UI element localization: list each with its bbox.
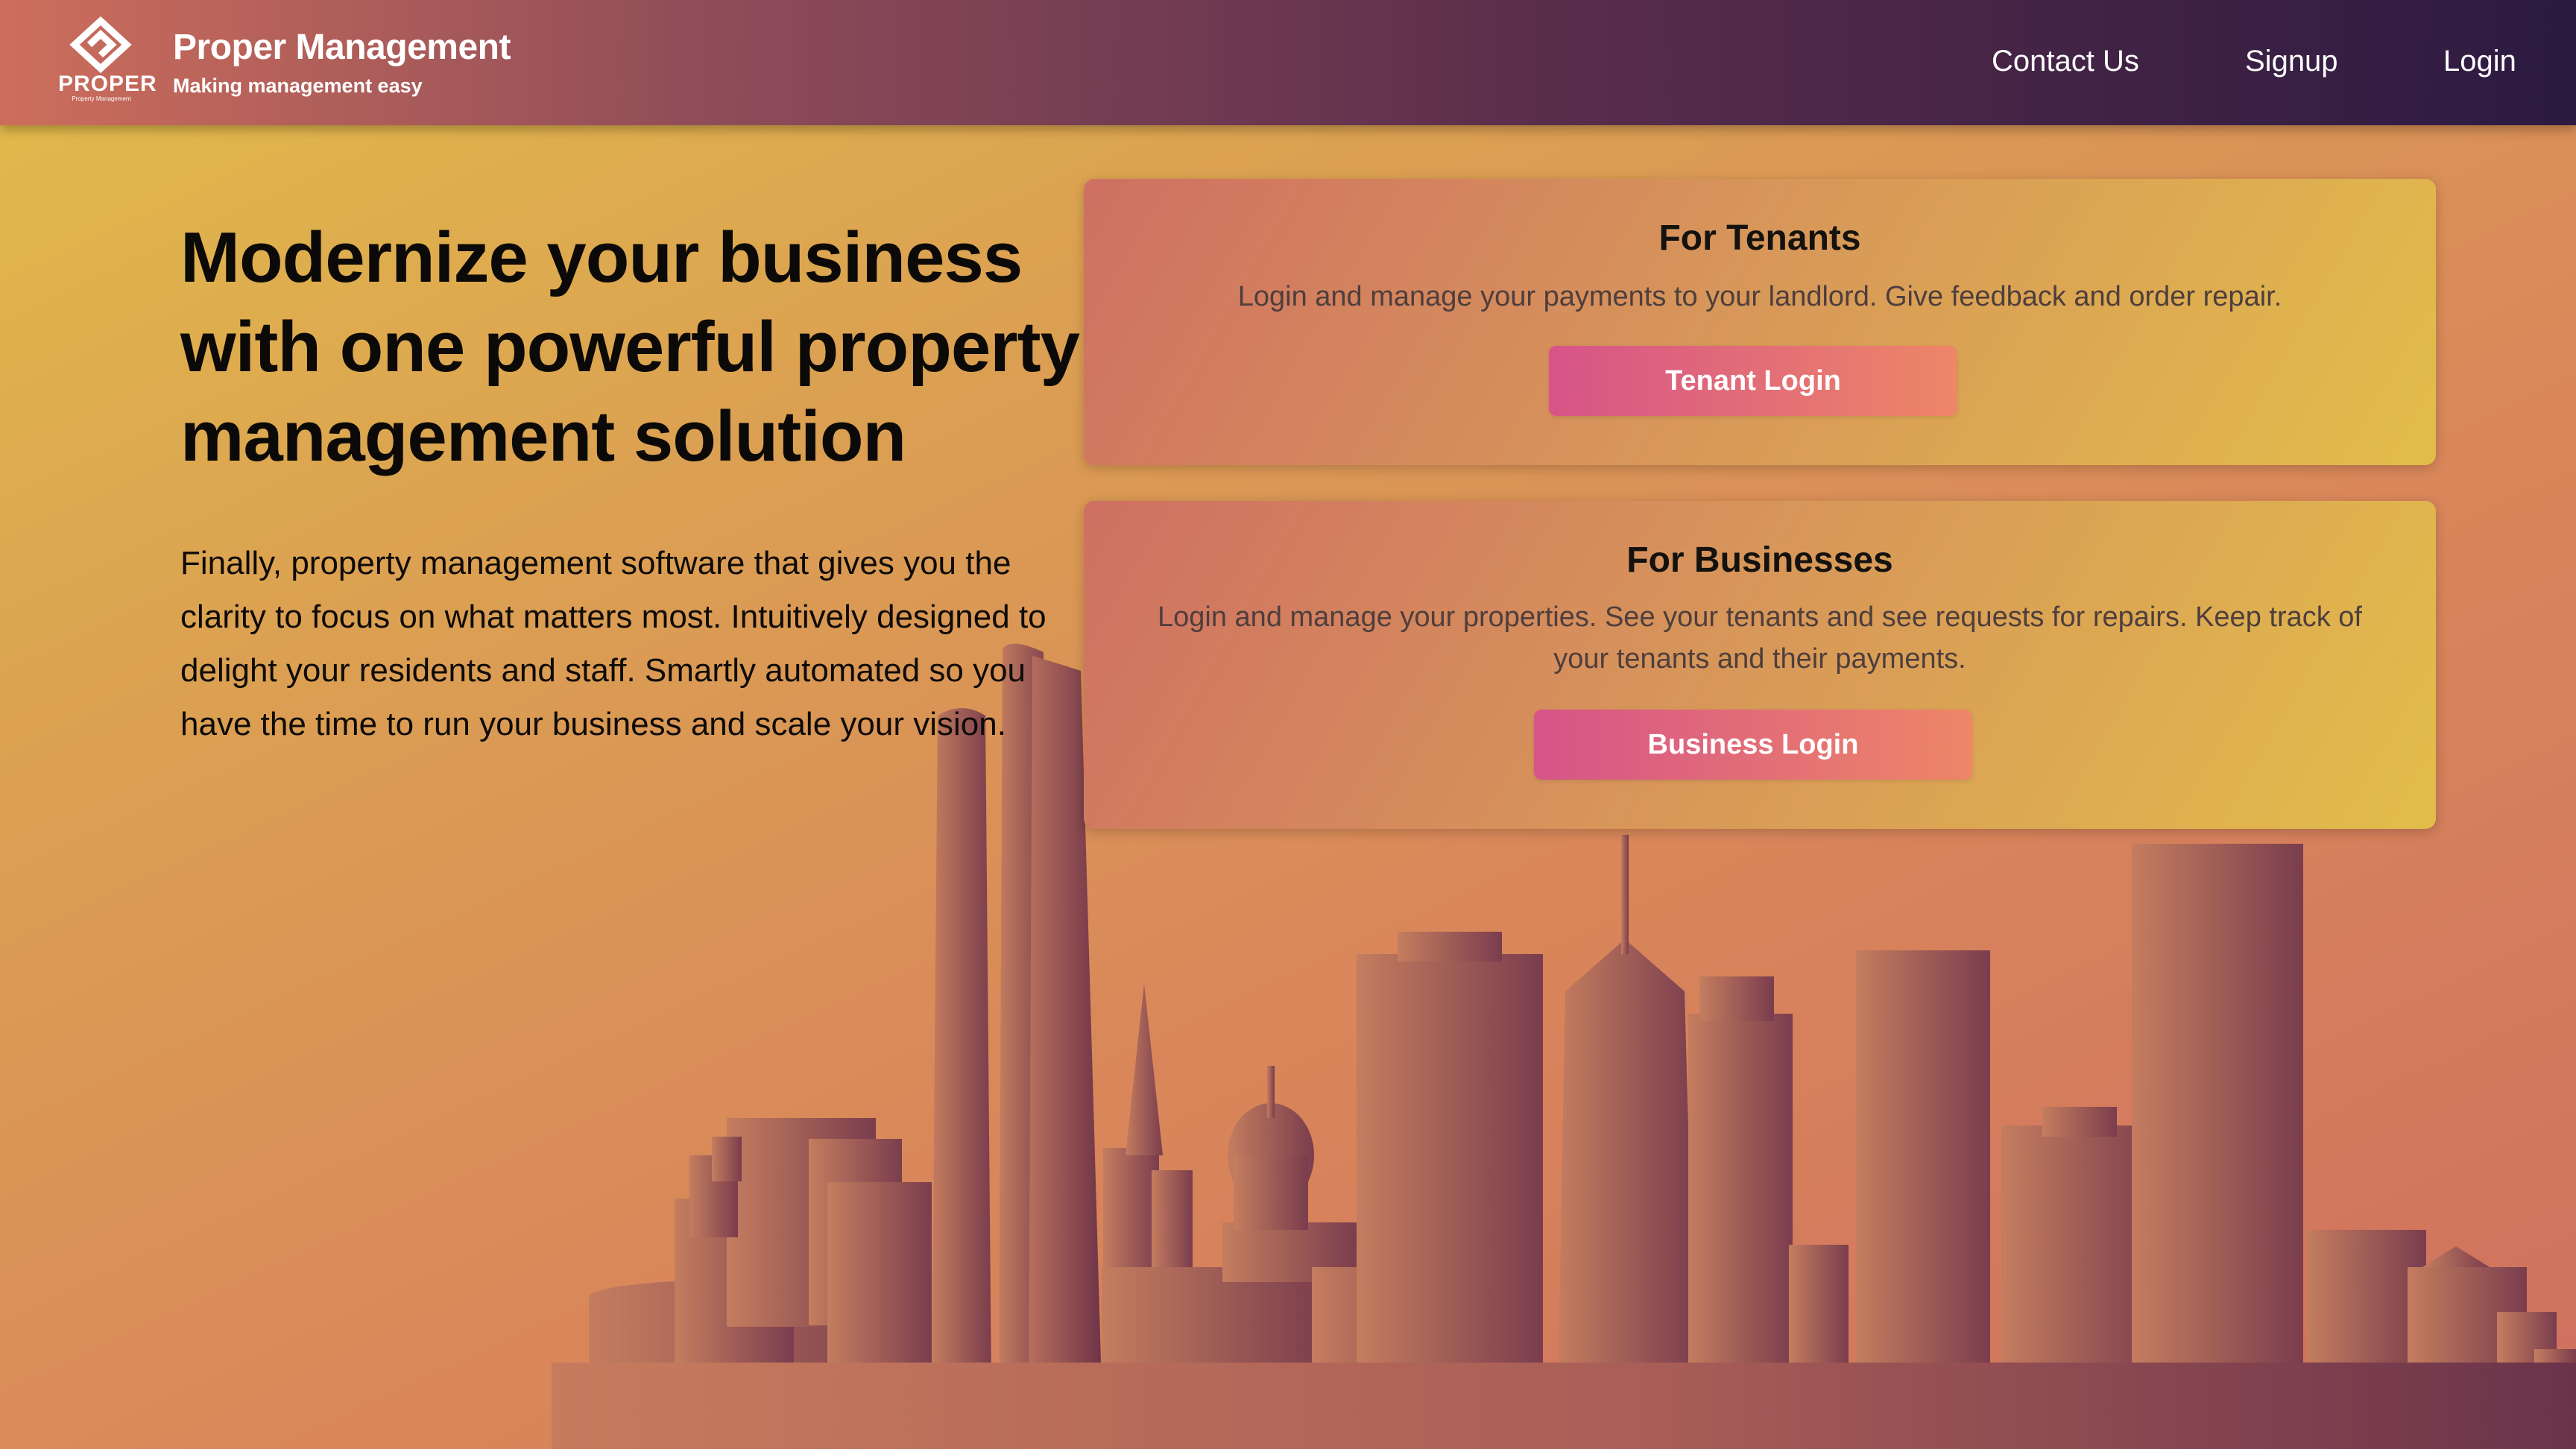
hero-heading: Modernize your business with one powerfu… (180, 218, 1080, 476)
nav-contact-link[interactable]: Contact Us (1992, 45, 2139, 78)
brand-tagline: Making management easy (173, 75, 423, 97)
nav-signup-link[interactable]: Signup (2245, 45, 2338, 78)
hero-description: Finally, property management software th… (180, 545, 1046, 742)
brand-title[interactable]: Proper Management (173, 27, 511, 68)
logo-subtitle: Property Management (72, 95, 131, 102)
tenants-card-title: For Tenants (1658, 218, 1861, 258)
tenants-card-description: Login and manage your payments to your l… (1237, 281, 2282, 312)
business-card: For Businesses Login and manage your pro… (1084, 501, 2436, 829)
tenants-card: For Tenants Login and manage your paymen… (1084, 179, 2436, 465)
logo-wordmark: PROPER (58, 72, 157, 96)
business-card-description: Login and manage your properties. See yo… (1158, 602, 2362, 675)
nav-login-link[interactable]: Login (2443, 45, 2516, 78)
business-card-title: For Businesses (1626, 540, 1893, 580)
business-login-button[interactable]: Business Login (1534, 710, 1972, 780)
navbar: PROPER Property Management Proper Manage… (0, 0, 2576, 125)
tenant-login-button[interactable]: Tenant Login (1549, 346, 1957, 416)
